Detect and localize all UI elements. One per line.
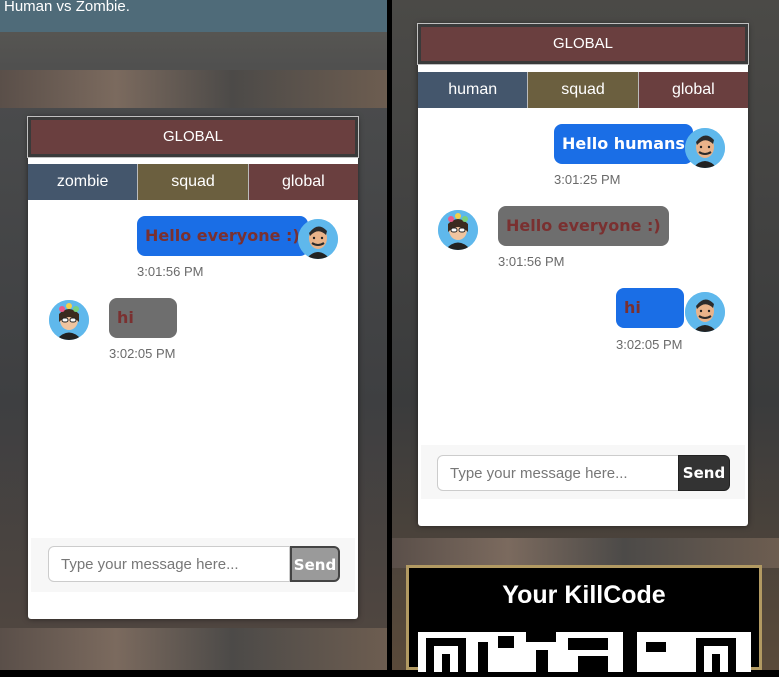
message-time: 3:01:56 PM — [137, 264, 204, 279]
chat-tabs: zombie squad global — [28, 164, 358, 200]
tab-squad[interactable]: squad — [528, 72, 639, 108]
chat-panel: GLOBAL human squad global Hello humans 3… — [417, 23, 749, 526]
message-list: Hello humans 3:01:25 PM Hello everyone :… — [421, 108, 745, 444]
message-bubble: hi — [109, 298, 177, 338]
tab-squad[interactable]: squad — [138, 164, 249, 200]
female-avatar-icon — [438, 210, 478, 250]
tab-human[interactable]: human — [418, 72, 529, 108]
background-strip — [392, 538, 779, 568]
message-composer: Send — [421, 445, 745, 499]
killcode-qr — [418, 632, 751, 672]
chat-title: GLOBAL — [27, 116, 359, 158]
message-bubble: Hello everyone :) — [498, 206, 669, 246]
message-input[interactable] — [48, 546, 290, 582]
tab-zombie[interactable]: zombie — [28, 164, 139, 200]
background-strip — [0, 70, 387, 108]
message-bubble: Hello everyone :) — [137, 216, 308, 256]
chat-panel: GLOBAL zombie squad global Hello everyon… — [27, 116, 359, 619]
killcode-title: Your KillCode — [502, 581, 666, 609]
message-input[interactable] — [437, 455, 679, 491]
male-avatar-icon — [685, 292, 725, 332]
male-avatar-icon — [685, 128, 725, 168]
app-title: Human vs Zombie. — [4, 0, 130, 15]
message-composer: Send — [31, 538, 355, 592]
background-strip — [0, 628, 387, 670]
message-time: 3:01:25 PM — [554, 172, 621, 187]
message-bubble: hi — [616, 288, 684, 328]
chat-title: GLOBAL — [417, 23, 749, 65]
male-avatar-icon — [298, 219, 338, 259]
message-time: 3:01:56 PM — [498, 254, 565, 269]
chat-tabs: human squad global — [418, 72, 748, 108]
left-screen: Human vs Zombie. GLOBAL zombie squad glo… — [0, 0, 387, 670]
female-avatar-icon — [49, 300, 89, 340]
send-button[interactable]: Send — [678, 455, 730, 491]
message-time: 3:02:05 PM — [616, 337, 683, 352]
message-time: 3:02:05 PM — [109, 346, 176, 361]
message-list: Hello everyone :) 3:01:56 PM hi 3:02:05 … — [31, 200, 355, 535]
killcode-panel: Your KillCode — [406, 565, 762, 672]
message-bubble: Hello humans — [554, 124, 693, 164]
app-banner: Human vs Zombie. — [0, 0, 387, 32]
send-button[interactable]: Send — [290, 546, 340, 582]
tab-global[interactable]: global — [248, 164, 358, 200]
tab-global[interactable]: global — [638, 72, 748, 108]
